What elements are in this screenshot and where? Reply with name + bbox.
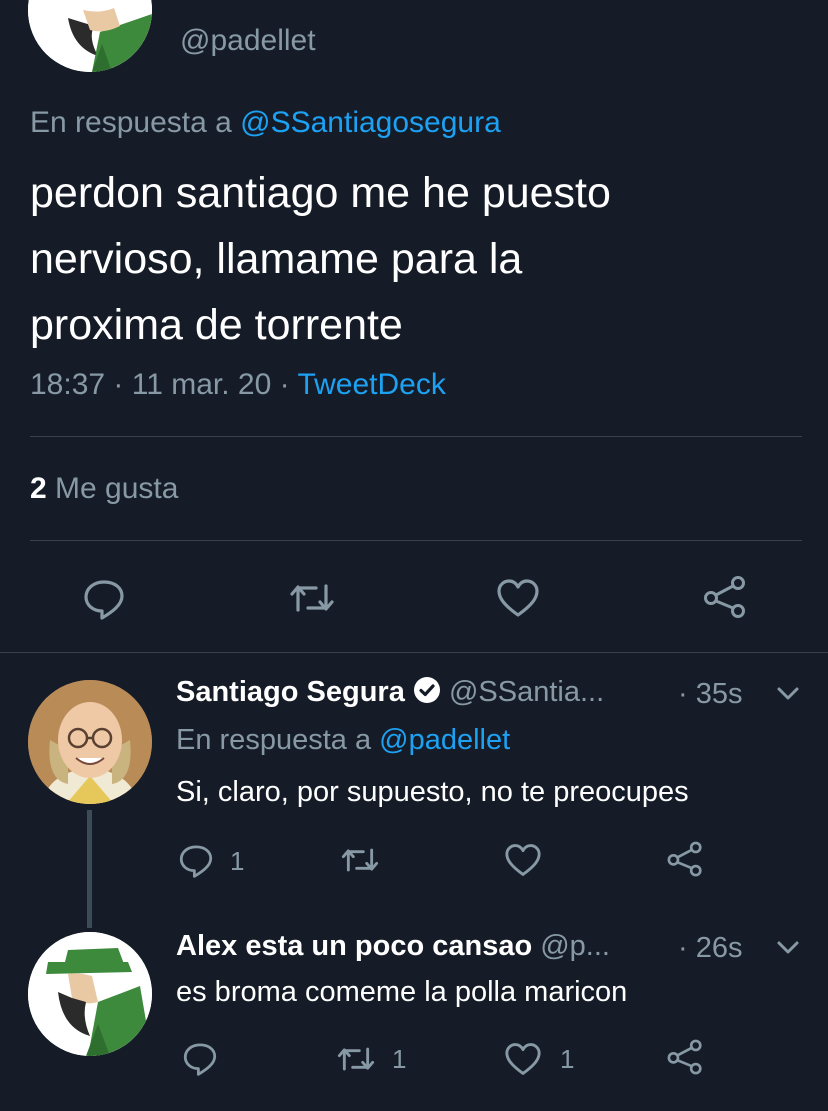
likes-count: 2 <box>30 472 47 505</box>
retweet-icon[interactable] <box>336 1042 376 1076</box>
tweet-metadata: 18:37 · 11 mar. 20 · TweetDeck <box>30 368 446 402</box>
separator: · <box>113 368 124 401</box>
tweet-text-line: nervioso, llamame para la <box>30 235 523 283</box>
chevron-down-icon[interactable] <box>776 686 800 702</box>
reply-to-link[interactable]: @SSantiagosegura <box>240 106 501 139</box>
reply-prefix: En respuesta a <box>176 724 372 756</box>
bald-man-avatar-icon <box>28 680 152 804</box>
retweet-count: 1 <box>392 1044 407 1074</box>
reply-icon[interactable] <box>182 1040 218 1076</box>
reply-avatar[interactable] <box>28 932 152 1056</box>
reply-context: En respuesta a @padellet <box>176 724 510 757</box>
reply-author-handle[interactable]: @p... <box>540 930 610 962</box>
tweet-source-link[interactable]: TweetDeck <box>297 368 445 401</box>
divider <box>0 652 828 653</box>
reply-author-name[interactable]: Santiago Segura <box>176 676 405 708</box>
reply-text: Si, claro, por supuesto, no te preocupes <box>176 776 689 808</box>
bearded-man-avatar-icon <box>28 0 152 72</box>
reply-icon[interactable] <box>178 842 214 878</box>
divider <box>30 540 802 541</box>
divider <box>30 436 802 437</box>
share-icon[interactable] <box>666 1038 704 1076</box>
reply-prefix: En respuesta a <box>30 106 232 139</box>
author-handle[interactable]: @padellet <box>180 24 316 58</box>
reply-text: es broma comeme la polla maricon <box>176 976 628 1008</box>
tweet-date: 11 mar. 20 <box>131 368 272 401</box>
bearded-man-cap-avatar-icon <box>28 932 152 1056</box>
chevron-down-icon[interactable] <box>776 940 800 956</box>
reply-author-handle[interactable]: @SSantia... <box>449 676 604 708</box>
thread-line <box>87 810 92 928</box>
reply-avatar[interactable] <box>28 680 152 804</box>
like-count: 1 <box>560 1044 575 1074</box>
reply-timestamp: · 26s <box>678 932 743 964</box>
reply-to-link[interactable]: @padellet <box>379 724 510 756</box>
tweet-text-line: perdon santiago me he puesto <box>30 169 611 217</box>
reply-icon[interactable] <box>82 576 126 620</box>
reply-timestamp: · 35s <box>678 678 743 710</box>
reply-count: 1 <box>230 846 245 876</box>
verified-badge-icon <box>413 676 441 712</box>
likes-label: Me gusta <box>55 472 179 505</box>
separator: · <box>279 368 290 401</box>
tweet-text: perdon santiago me he puesto nervioso, l… <box>30 160 611 358</box>
tweet-time: 18:37 <box>30 368 106 401</box>
share-icon[interactable] <box>702 574 748 620</box>
like-icon[interactable] <box>496 578 540 618</box>
share-icon[interactable] <box>666 840 704 878</box>
reply-author-name[interactable]: Alex esta un poco cansao <box>176 930 532 962</box>
author-avatar[interactable] <box>28 0 152 72</box>
tweet-text-line: proxima de torrente <box>30 301 403 349</box>
reply-header: Alex esta un poco cansao @p... <box>176 930 610 963</box>
reply-context: En respuesta a @SSantiagosegura <box>30 106 501 140</box>
likes-summary[interactable]: 2 Me gusta <box>30 472 178 506</box>
like-icon[interactable] <box>504 843 542 877</box>
retweet-icon[interactable] <box>340 843 380 877</box>
like-icon[interactable] <box>504 1042 542 1076</box>
retweet-icon[interactable] <box>288 578 336 618</box>
